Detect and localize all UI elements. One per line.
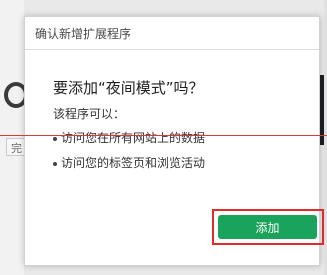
confirm-extension-dialog: 确认新增扩展程序 要添加“夜间模式”吗？ 该程序可以： 访问您在所有网站上的数据… xyxy=(24,16,324,266)
add-button[interactable]: 添加 xyxy=(218,215,317,239)
dialog-title: 确认新增扩展程序 xyxy=(35,27,132,41)
add-button-highlight: 添加 xyxy=(212,209,324,245)
permissions-list: 访问您在所有网站上的数据 访问您的标签页和浏览活动 xyxy=(53,129,205,179)
permissions-intro: 该程序可以： xyxy=(53,107,126,121)
annotation-red-line xyxy=(0,135,327,136)
permission-item: 访问您的标签页和浏览活动 xyxy=(53,154,205,179)
dialog-titlebar: 确认新增扩展程序 xyxy=(25,17,319,50)
bullet-icon xyxy=(53,136,57,141)
permission-item: 访问您在所有网站上的数据 xyxy=(53,129,205,154)
add-extension-question: 要添加“夜间模式”吗？ xyxy=(53,79,204,97)
background-button-label: 完 xyxy=(11,142,22,155)
permission-text: 访问您在所有网站上的数据 xyxy=(61,131,206,145)
bullet-icon xyxy=(53,161,57,166)
permission-text: 访问您的标签页和浏览活动 xyxy=(61,156,206,170)
